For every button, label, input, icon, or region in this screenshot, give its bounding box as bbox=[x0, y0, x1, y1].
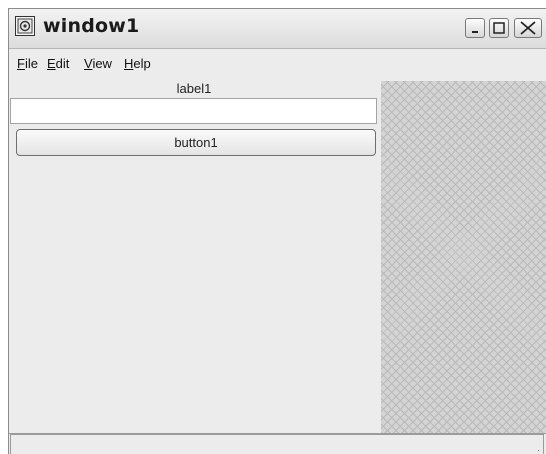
hatched-area bbox=[381, 81, 546, 433]
menu-view[interactable]: View bbox=[84, 56, 112, 71]
title-bar[interactable]: window1 bbox=[9, 9, 546, 49]
label1: label1 bbox=[176, 81, 212, 96]
menu-bar: File Edit View Help bbox=[9, 49, 546, 79]
left-pane: label1 button1 bbox=[9, 79, 379, 431]
maximize-button[interactable] bbox=[489, 18, 509, 38]
menu-help-mnemonic: H bbox=[124, 56, 134, 71]
menu-edit[interactable]: Edit bbox=[47, 56, 69, 71]
close-button[interactable] bbox=[514, 18, 542, 38]
menu-view-label: iew bbox=[92, 56, 112, 71]
minimize-icon bbox=[472, 31, 478, 33]
button1[interactable]: button1 bbox=[16, 129, 376, 156]
app-window: window1 File Edit View Help label1 butto… bbox=[8, 8, 546, 454]
menu-edit-mnemonic: E bbox=[47, 56, 56, 71]
status-field bbox=[10, 434, 544, 454]
menu-file[interactable]: File bbox=[17, 56, 38, 71]
resize-grip-icon[interactable] bbox=[537, 449, 540, 452]
maximize-icon bbox=[493, 22, 505, 34]
menu-help[interactable]: Help bbox=[124, 56, 151, 71]
text-entry[interactable] bbox=[10, 98, 377, 124]
close-icon bbox=[520, 21, 536, 35]
menu-file-label: ile bbox=[24, 56, 38, 71]
app-icon[interactable] bbox=[15, 16, 35, 36]
menu-help-label: elp bbox=[133, 56, 151, 71]
menu-file-mnemonic: F bbox=[17, 56, 25, 71]
minimize-button[interactable] bbox=[465, 18, 485, 38]
status-bar bbox=[9, 433, 546, 454]
window-title: window1 bbox=[43, 15, 140, 37]
menu-edit-label: dit bbox=[55, 56, 70, 71]
